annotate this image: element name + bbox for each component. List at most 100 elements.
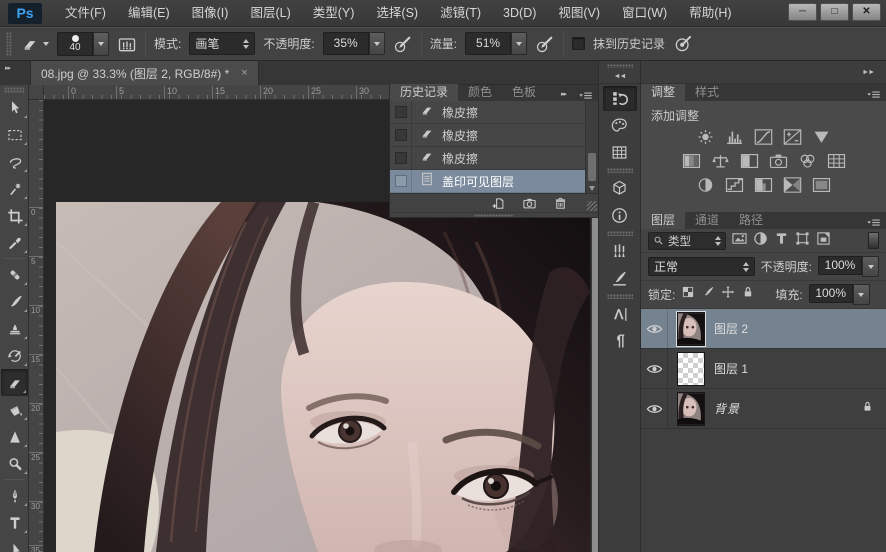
dock-properties-icon[interactable] xyxy=(603,176,637,201)
dock-group-gripper[interactable] xyxy=(607,294,633,299)
tool-sharpen[interactable] xyxy=(0,423,29,450)
scroll-down-arrow[interactable] xyxy=(589,186,595,191)
menu-image[interactable]: 图像(I) xyxy=(181,0,240,26)
dock-brush-icon[interactable] xyxy=(603,266,637,291)
menu-3d[interactable]: 3D(D) xyxy=(492,0,547,26)
curves-icon[interactable] xyxy=(754,129,773,145)
exposure-icon[interactable] xyxy=(783,129,802,145)
tool-history-brush[interactable] xyxy=(0,342,29,369)
layer-opacity-control[interactable]: 100% xyxy=(818,256,879,277)
new-document-from-state-icon[interactable] xyxy=(491,196,506,211)
expand-dock-icon[interactable]: ◄◄ xyxy=(614,73,626,80)
tool-type[interactable] xyxy=(0,509,29,536)
history-source-checkbox[interactable] xyxy=(395,175,407,187)
dock-swatches-icon[interactable] xyxy=(603,140,637,165)
visibility-eye-icon[interactable] xyxy=(641,309,668,348)
tool-dodge[interactable] xyxy=(0,450,29,477)
layer-fill-control[interactable]: 100% xyxy=(809,284,870,305)
expand-tools-panel-icon[interactable]: ▸▸ xyxy=(5,64,10,72)
tool-spot-healing-brush[interactable] xyxy=(0,261,29,288)
tool-lasso[interactable] xyxy=(0,148,29,175)
menu-window[interactable]: 窗口(W) xyxy=(611,0,678,26)
filter-type-layers-icon[interactable] xyxy=(774,231,789,251)
layer-row-background[interactable]: 背景 xyxy=(641,389,886,429)
menu-help[interactable]: 帮助(H) xyxy=(678,0,742,26)
layer-thumbnail[interactable] xyxy=(677,392,705,426)
history-scrollbar[interactable] xyxy=(585,101,598,193)
airbrush-icon[interactable] xyxy=(535,34,555,54)
tool-path-selection[interactable] xyxy=(0,536,29,552)
layer-row-layer1[interactable]: 图层 1 xyxy=(641,349,886,389)
tab-swatches[interactable]: 色板 xyxy=(502,84,546,101)
filter-adjustment-layers-icon[interactable] xyxy=(753,231,768,251)
document-tab[interactable]: 08.jpg @ 33.3% (图层 2, RGB/8#) * × xyxy=(30,61,259,85)
black-white-icon[interactable] xyxy=(740,153,759,169)
collapse-dock-icon[interactable]: ►► xyxy=(862,69,874,76)
lock-transparent-pixels-icon[interactable] xyxy=(681,285,695,304)
tab-close-icon[interactable]: × xyxy=(241,67,247,79)
layer-row-layer2[interactable]: 图层 2 xyxy=(641,309,886,349)
toggle-brush-panel-icon[interactable] xyxy=(117,34,137,54)
tool-paint-bucket[interactable] xyxy=(0,396,29,423)
brush-picker-dropdown[interactable] xyxy=(93,32,109,56)
dock-group-gripper[interactable] xyxy=(607,231,633,236)
history-source-checkbox[interactable] xyxy=(395,129,407,141)
menu-file[interactable]: 文件(F) xyxy=(54,0,117,26)
invert-icon[interactable] xyxy=(696,177,715,193)
current-tool-eraser-icon[interactable] xyxy=(20,34,49,54)
tool-magic-wand[interactable] xyxy=(0,175,29,202)
layer-filter-toggle[interactable] xyxy=(868,232,879,249)
visibility-eye-icon[interactable] xyxy=(641,389,668,428)
panel-bottom-gripper[interactable] xyxy=(390,212,598,217)
tab-layers[interactable]: 图层 xyxy=(641,212,685,229)
tab-paths[interactable]: 路径 xyxy=(729,212,773,229)
dock-color-icon[interactable] xyxy=(603,113,637,138)
color-balance-icon[interactable] xyxy=(711,153,730,169)
tool-brush[interactable] xyxy=(0,288,29,315)
filter-shape-layers-icon[interactable] xyxy=(795,231,810,251)
panel-menu-icon[interactable] xyxy=(866,87,881,105)
tab-adjustments[interactable]: 调整 xyxy=(641,84,685,101)
brush-preset-picker[interactable]: 40 xyxy=(57,32,109,56)
tab-history[interactable]: 历史记录 xyxy=(390,84,458,101)
dock-gripper[interactable] xyxy=(607,64,633,68)
dock-brush-presets-icon[interactable] xyxy=(603,239,637,264)
delete-state-trash-icon[interactable] xyxy=(553,196,568,211)
dock-paragraph-icon[interactable] xyxy=(603,329,637,354)
opacity-control[interactable]: 35% xyxy=(323,32,385,55)
tab-channels[interactable]: 通道 xyxy=(685,212,729,229)
photo-filter-icon[interactable] xyxy=(769,153,788,169)
color-lookup-icon[interactable] xyxy=(827,153,846,169)
mode-dropdown[interactable]: 画笔 xyxy=(189,32,255,55)
maximize-button[interactable]: □ xyxy=(820,3,849,21)
lock-image-pixels-icon[interactable] xyxy=(701,285,715,304)
minimize-button[interactable]: ─ xyxy=(788,3,817,21)
scrollbar-thumb[interactable] xyxy=(588,153,596,181)
history-step-stamp-visible[interactable]: 盖印可见图层 xyxy=(390,170,585,193)
blend-mode-dropdown[interactable]: 正常 xyxy=(648,257,755,276)
layer-thumbnail[interactable] xyxy=(677,352,705,386)
gradient-map-icon[interactable] xyxy=(783,177,802,193)
history-step-eraser[interactable]: 橡皮擦 xyxy=(390,124,585,147)
menu-layer[interactable]: 图层(L) xyxy=(239,0,301,26)
menu-edit[interactable]: 编辑(E) xyxy=(117,0,181,26)
menu-view[interactable]: 视图(V) xyxy=(547,0,611,26)
posterize-icon[interactable] xyxy=(725,177,744,193)
tablet-pressure-size-icon[interactable] xyxy=(673,34,693,54)
panel-menu-icon[interactable] xyxy=(866,215,881,233)
dock-history-icon[interactable] xyxy=(603,86,637,111)
tool-crop[interactable] xyxy=(0,202,29,229)
tool-pen[interactable] xyxy=(0,482,29,509)
tab-color[interactable]: 颜色 xyxy=(458,84,502,101)
tool-move[interactable] xyxy=(0,94,29,121)
hue-saturation-icon[interactable] xyxy=(682,153,701,169)
tool-clone-stamp[interactable] xyxy=(0,315,29,342)
menu-select[interactable]: 选择(S) xyxy=(365,0,429,26)
close-button[interactable]: ✕ xyxy=(852,3,881,21)
dock-group-gripper[interactable] xyxy=(607,168,633,173)
brightness-contrast-icon[interactable] xyxy=(696,129,715,145)
options-gripper[interactable] xyxy=(6,32,12,56)
selective-color-icon[interactable] xyxy=(812,177,831,193)
history-source-checkbox[interactable] xyxy=(395,106,407,118)
tool-eyedropper[interactable] xyxy=(0,229,29,256)
